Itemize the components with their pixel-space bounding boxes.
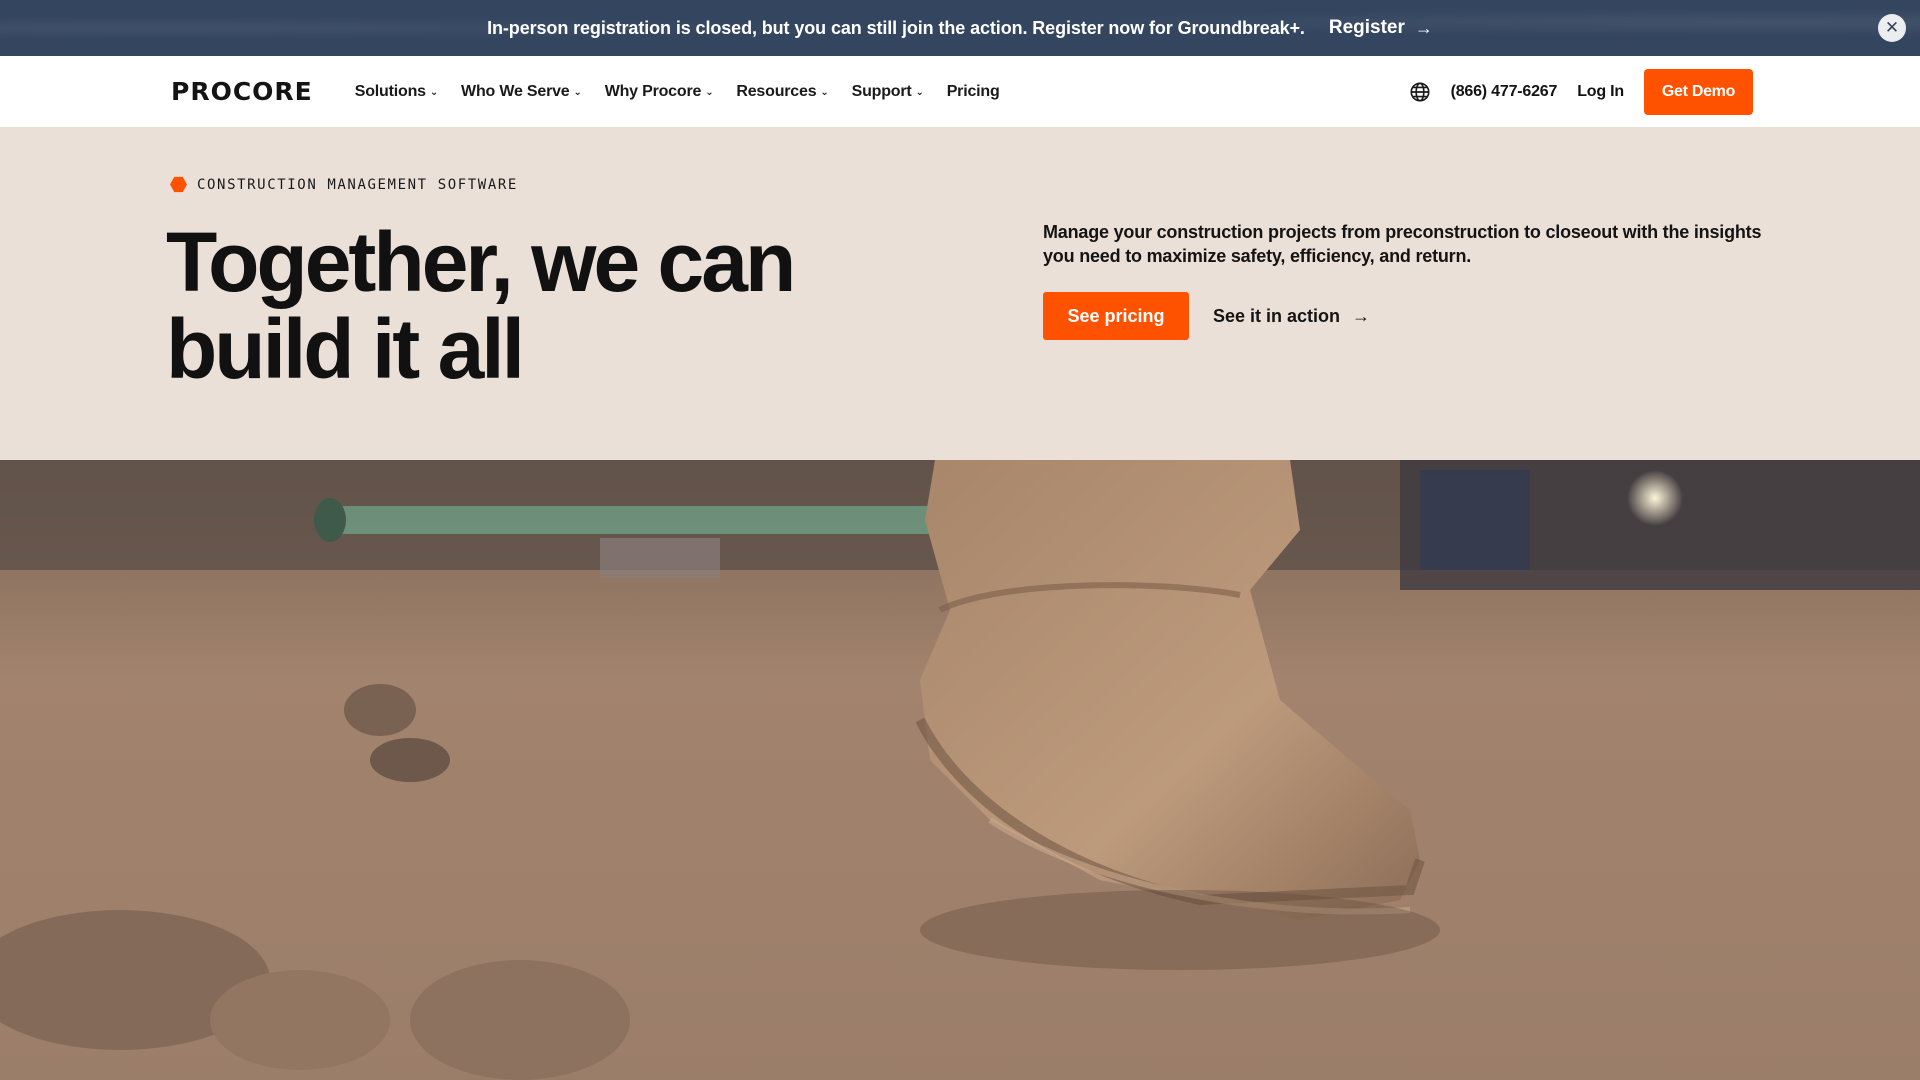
nav-item-resources[interactable]: Resources ⌄ <box>736 83 828 101</box>
nav-item-label: Pricing <box>946 82 1000 100</box>
nav-item-label: Support <box>851 82 912 100</box>
announcement-banner: In-person registration is closed, but yo… <box>0 0 1920 56</box>
register-link[interactable]: Register → <box>1329 17 1433 39</box>
chevron-down-icon: ⌄ <box>915 87 924 98</box>
get-demo-button[interactable]: Get Demo <box>1644 68 1753 115</box>
construction-boot-illustration <box>0 460 1920 1080</box>
nav-item-label: Who We Serve <box>461 82 570 100</box>
banner-text: In-person registration is closed, but yo… <box>487 17 1305 38</box>
nav-item-solutions[interactable]: Solutions ⌄ <box>355 83 438 101</box>
see-pricing-button[interactable]: See pricing <box>1043 292 1189 340</box>
nav-item-label: Why Procore <box>604 82 702 100</box>
register-link-label: Register <box>1328 17 1405 38</box>
see-it-in-action-label: See it in action <box>1213 305 1341 326</box>
phone-link[interactable]: (866) 477-6267 <box>1451 83 1558 101</box>
headline-line-2: build it all <box>166 302 525 396</box>
hero-section: CONSTRUCTION MANAGEMENT SOFTWARE Togethe… <box>0 127 1920 460</box>
headline-line-1: Together, we can <box>166 215 796 309</box>
hero-cta-row: See pricing See it in action → <box>1043 292 1370 340</box>
close-icon[interactable]: ✕ <box>1878 14 1906 42</box>
nav-item-label: Solutions <box>354 82 426 100</box>
hexagon-icon <box>170 176 187 193</box>
procore-logo[interactable]: PROCORE <box>171 77 313 106</box>
arrow-right-icon: → <box>1352 305 1371 326</box>
chevron-down-icon: ⌄ <box>820 87 829 98</box>
chevron-down-icon: ⌄ <box>705 87 714 98</box>
hero-headline: Together, we can build it all <box>166 219 866 393</box>
eyebrow-text: CONSTRUCTION MANAGEMENT SOFTWARE <box>197 176 518 193</box>
hero-video-image <box>0 460 1920 1080</box>
see-it-in-action-link[interactable]: See it in action → <box>1213 306 1370 327</box>
nav-item-why-procore[interactable]: Why Procore ⌄ <box>605 83 714 101</box>
nav-item-pricing[interactable]: Pricing <box>947 83 1000 101</box>
login-link[interactable]: Log In <box>1577 83 1624 101</box>
eyebrow: CONSTRUCTION MANAGEMENT SOFTWARE <box>170 176 518 193</box>
chevron-down-icon: ⌄ <box>429 87 439 98</box>
arrow-right-icon: → <box>1414 17 1433 38</box>
main-navigation: PROCORE Solutions ⌄ Who We Serve ⌄ Why P… <box>0 56 1920 127</box>
nav-menu: Solutions ⌄ Who We Serve ⌄ Why Procore ⌄… <box>355 83 1023 101</box>
nav-item-support[interactable]: Support ⌄ <box>852 83 924 101</box>
globe-icon[interactable] <box>1409 81 1431 103</box>
chevron-down-icon: ⌄ <box>573 87 582 98</box>
nav-right-group: (866) 477-6267 Log In Get Demo <box>1409 68 1753 115</box>
nav-item-label: Resources <box>736 82 817 100</box>
nav-item-who-we-serve[interactable]: Who We Serve ⌄ <box>461 83 582 101</box>
hero-subtext: Manage your construction projects from p… <box>1043 222 1762 266</box>
